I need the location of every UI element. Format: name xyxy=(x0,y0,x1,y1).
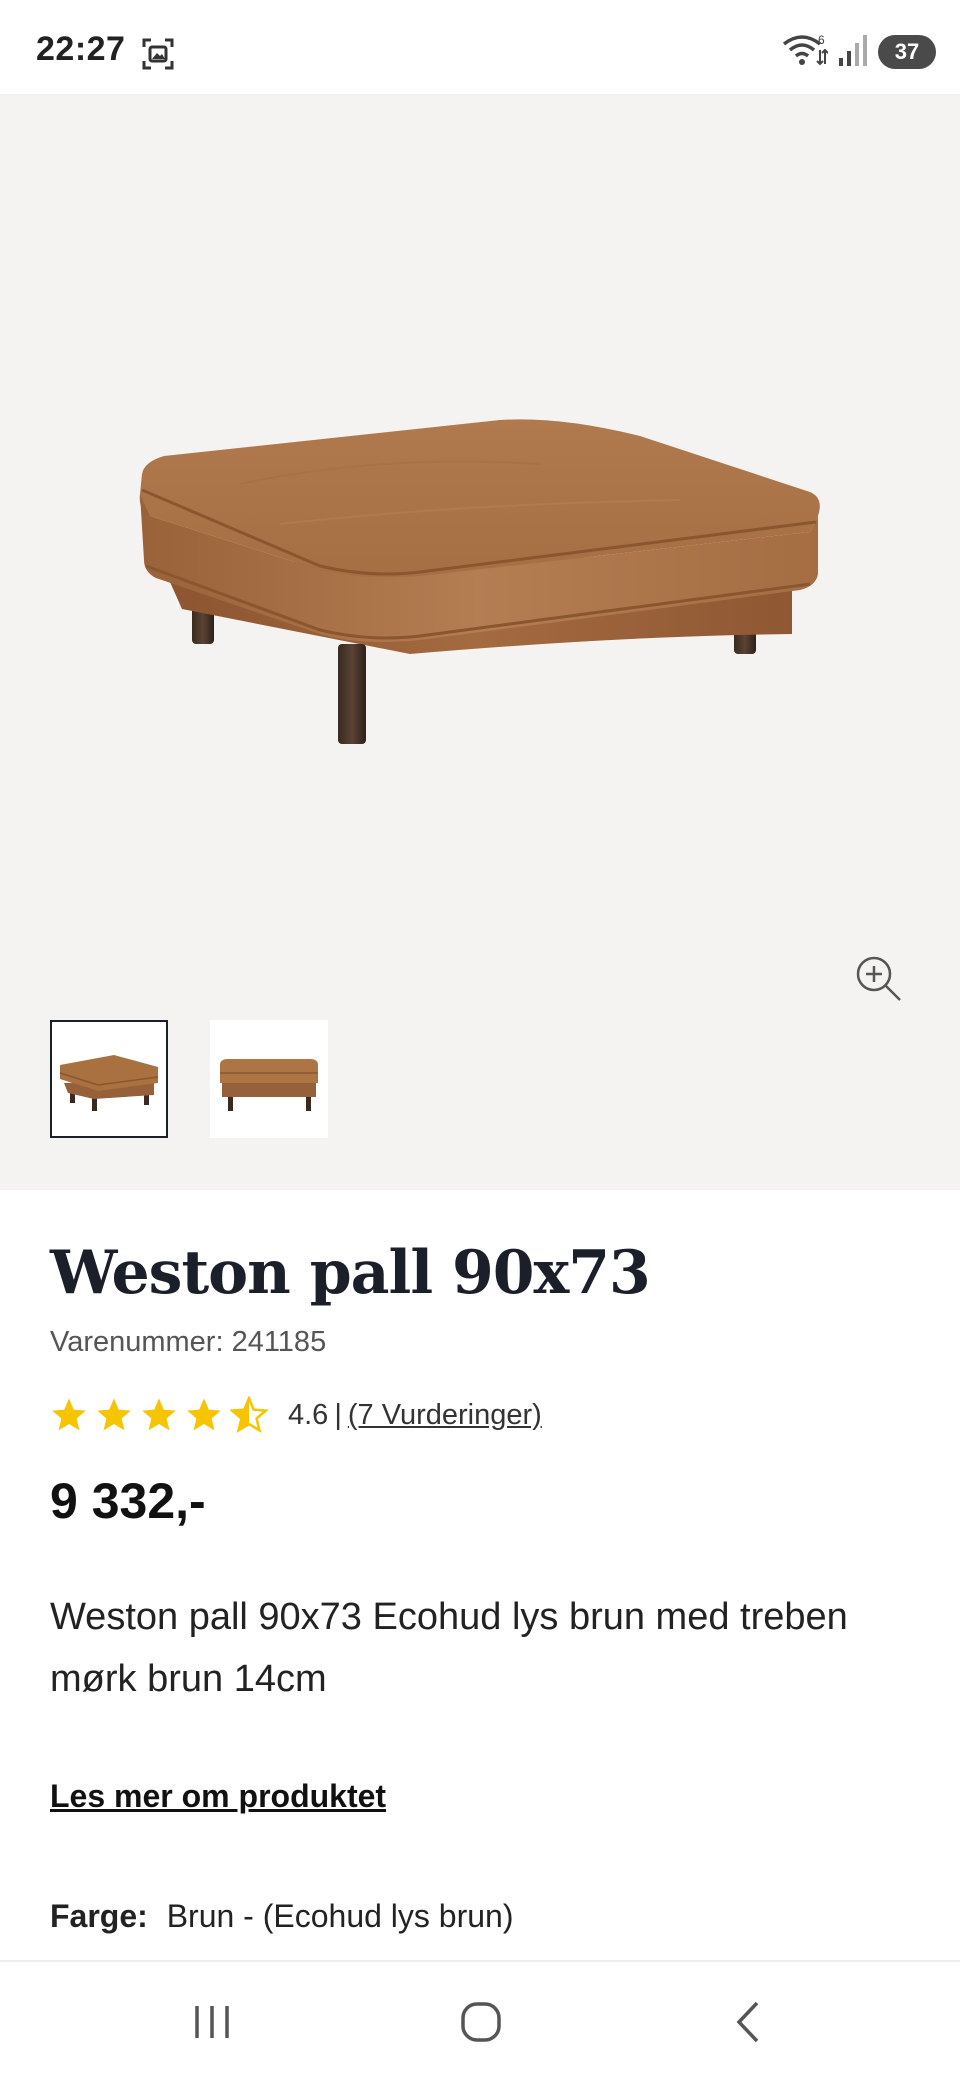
svg-text:6: 6 xyxy=(818,33,825,47)
rating-stars xyxy=(50,1396,268,1434)
reviews-link[interactable]: (7 Vurderinger) xyxy=(348,1399,542,1432)
star-full-icon xyxy=(97,1398,131,1431)
rating-value: 4.6 xyxy=(288,1398,329,1431)
navigation-bar xyxy=(0,1960,960,2080)
status-bar: 22:27 6 37 xyxy=(0,0,960,94)
star-full-icon xyxy=(187,1398,221,1431)
wifi-icon: 6 xyxy=(782,32,829,73)
screenshot-icon xyxy=(140,36,176,72)
star-full-icon xyxy=(142,1398,176,1431)
color-value: Brun - (Ecohud lys brun) xyxy=(166,1898,514,1934)
recents-icon[interactable] xyxy=(182,1992,242,2052)
thumbnail-2[interactable] xyxy=(210,1020,328,1138)
star-full-icon xyxy=(52,1398,86,1431)
read-more-link[interactable]: Les mer om produktet xyxy=(50,1778,386,1815)
star-half-icon xyxy=(230,1396,268,1434)
zoom-in-icon[interactable] xyxy=(854,954,904,1004)
battery-icon: 37 xyxy=(878,35,936,69)
product-description: Weston pall 90x73 Ecohud lys brun med tr… xyxy=(50,1596,848,1700)
status-icons: 6 37 xyxy=(782,32,936,72)
status-time: 22:27 xyxy=(36,30,126,68)
rating-row: 4.6 | (7 Vurderinger) xyxy=(50,1390,542,1440)
product-sku: Varenummer: 241185 xyxy=(50,1326,327,1358)
home-icon[interactable] xyxy=(451,1992,511,2052)
product-main-image[interactable] xyxy=(120,304,840,844)
back-icon[interactable] xyxy=(720,1992,780,2052)
thumbnail-1[interactable] xyxy=(50,1020,168,1138)
rating-separator: | xyxy=(334,1398,342,1431)
signal-icon xyxy=(838,34,868,71)
product-title: Weston pall 90x73 xyxy=(50,1238,651,1308)
product-price: 9 332,- xyxy=(50,1473,206,1529)
product-gallery[interactable] xyxy=(0,94,960,1190)
color-label: Farge: xyxy=(50,1898,148,1934)
color-selector[interactable]: Farge: Brun - (Ecohud lys brun) xyxy=(50,1898,514,1935)
